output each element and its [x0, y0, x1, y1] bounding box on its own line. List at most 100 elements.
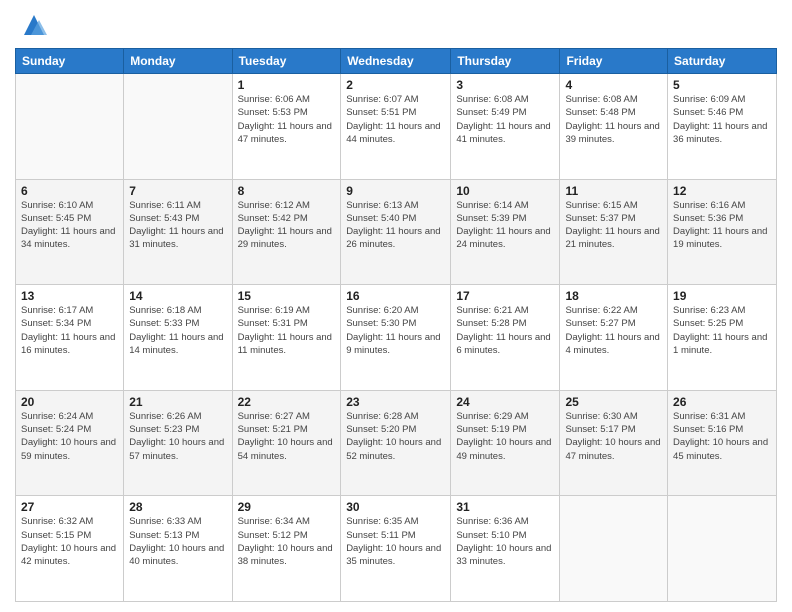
- day-number: 30: [346, 500, 445, 514]
- calendar-cell: 19Sunrise: 6:23 AM Sunset: 5:25 PM Dayli…: [668, 285, 777, 391]
- day-number: 23: [346, 395, 445, 409]
- day-info: Sunrise: 6:14 AM Sunset: 5:39 PM Dayligh…: [456, 199, 554, 252]
- day-number: 1: [238, 78, 336, 92]
- calendar-week-row: 27Sunrise: 6:32 AM Sunset: 5:15 PM Dayli…: [16, 496, 777, 602]
- calendar-cell: 2Sunrise: 6:07 AM Sunset: 5:51 PM Daylig…: [341, 74, 451, 180]
- day-number: 16: [346, 289, 445, 303]
- calendar-cell: 8Sunrise: 6:12 AM Sunset: 5:42 PM Daylig…: [232, 179, 341, 285]
- calendar-cell: 13Sunrise: 6:17 AM Sunset: 5:34 PM Dayli…: [16, 285, 124, 391]
- day-number: 5: [673, 78, 771, 92]
- day-info: Sunrise: 6:27 AM Sunset: 5:21 PM Dayligh…: [238, 410, 336, 463]
- day-info: Sunrise: 6:12 AM Sunset: 5:42 PM Dayligh…: [238, 199, 336, 252]
- calendar-cell: [124, 74, 232, 180]
- day-number: 17: [456, 289, 554, 303]
- calendar-cell: 27Sunrise: 6:32 AM Sunset: 5:15 PM Dayli…: [16, 496, 124, 602]
- day-info: Sunrise: 6:23 AM Sunset: 5:25 PM Dayligh…: [673, 304, 771, 357]
- calendar-cell: 22Sunrise: 6:27 AM Sunset: 5:21 PM Dayli…: [232, 390, 341, 496]
- day-info: Sunrise: 6:30 AM Sunset: 5:17 PM Dayligh…: [565, 410, 662, 463]
- day-info: Sunrise: 6:08 AM Sunset: 5:48 PM Dayligh…: [565, 93, 662, 146]
- day-header-sunday: Sunday: [16, 49, 124, 74]
- logo-icon: [19, 10, 49, 40]
- day-header-thursday: Thursday: [451, 49, 560, 74]
- calendar-cell: 23Sunrise: 6:28 AM Sunset: 5:20 PM Dayli…: [341, 390, 451, 496]
- day-number: 3: [456, 78, 554, 92]
- day-number: 26: [673, 395, 771, 409]
- day-number: 4: [565, 78, 662, 92]
- calendar-cell: 31Sunrise: 6:36 AM Sunset: 5:10 PM Dayli…: [451, 496, 560, 602]
- calendar-cell: 9Sunrise: 6:13 AM Sunset: 5:40 PM Daylig…: [341, 179, 451, 285]
- calendar-cell: 21Sunrise: 6:26 AM Sunset: 5:23 PM Dayli…: [124, 390, 232, 496]
- logo: [15, 10, 49, 40]
- day-info: Sunrise: 6:18 AM Sunset: 5:33 PM Dayligh…: [129, 304, 226, 357]
- calendar-cell: 28Sunrise: 6:33 AM Sunset: 5:13 PM Dayli…: [124, 496, 232, 602]
- calendar-cell: 20Sunrise: 6:24 AM Sunset: 5:24 PM Dayli…: [16, 390, 124, 496]
- day-number: 14: [129, 289, 226, 303]
- calendar-cell: 17Sunrise: 6:21 AM Sunset: 5:28 PM Dayli…: [451, 285, 560, 391]
- day-info: Sunrise: 6:33 AM Sunset: 5:13 PM Dayligh…: [129, 515, 226, 568]
- day-header-wednesday: Wednesday: [341, 49, 451, 74]
- calendar-week-row: 6Sunrise: 6:10 AM Sunset: 5:45 PM Daylig…: [16, 179, 777, 285]
- calendar-week-row: 13Sunrise: 6:17 AM Sunset: 5:34 PM Dayli…: [16, 285, 777, 391]
- calendar-cell: [16, 74, 124, 180]
- day-number: 13: [21, 289, 118, 303]
- day-info: Sunrise: 6:13 AM Sunset: 5:40 PM Dayligh…: [346, 199, 445, 252]
- calendar-week-row: 20Sunrise: 6:24 AM Sunset: 5:24 PM Dayli…: [16, 390, 777, 496]
- day-info: Sunrise: 6:15 AM Sunset: 5:37 PM Dayligh…: [565, 199, 662, 252]
- day-info: Sunrise: 6:20 AM Sunset: 5:30 PM Dayligh…: [346, 304, 445, 357]
- day-header-friday: Friday: [560, 49, 668, 74]
- day-number: 31: [456, 500, 554, 514]
- day-number: 12: [673, 184, 771, 198]
- page: SundayMondayTuesdayWednesdayThursdayFrid…: [0, 0, 792, 612]
- header: [15, 10, 777, 40]
- day-number: 6: [21, 184, 118, 198]
- day-header-saturday: Saturday: [668, 49, 777, 74]
- day-info: Sunrise: 6:19 AM Sunset: 5:31 PM Dayligh…: [238, 304, 336, 357]
- day-number: 25: [565, 395, 662, 409]
- day-info: Sunrise: 6:16 AM Sunset: 5:36 PM Dayligh…: [673, 199, 771, 252]
- calendar-cell: 3Sunrise: 6:08 AM Sunset: 5:49 PM Daylig…: [451, 74, 560, 180]
- day-number: 9: [346, 184, 445, 198]
- day-info: Sunrise: 6:22 AM Sunset: 5:27 PM Dayligh…: [565, 304, 662, 357]
- day-info: Sunrise: 6:36 AM Sunset: 5:10 PM Dayligh…: [456, 515, 554, 568]
- calendar-header-row: SundayMondayTuesdayWednesdayThursdayFrid…: [16, 49, 777, 74]
- day-info: Sunrise: 6:17 AM Sunset: 5:34 PM Dayligh…: [21, 304, 118, 357]
- calendar-week-row: 1Sunrise: 6:06 AM Sunset: 5:53 PM Daylig…: [16, 74, 777, 180]
- calendar-cell: 12Sunrise: 6:16 AM Sunset: 5:36 PM Dayli…: [668, 179, 777, 285]
- day-number: 20: [21, 395, 118, 409]
- calendar-cell: 30Sunrise: 6:35 AM Sunset: 5:11 PM Dayli…: [341, 496, 451, 602]
- day-info: Sunrise: 6:08 AM Sunset: 5:49 PM Dayligh…: [456, 93, 554, 146]
- day-info: Sunrise: 6:32 AM Sunset: 5:15 PM Dayligh…: [21, 515, 118, 568]
- day-header-monday: Monday: [124, 49, 232, 74]
- calendar-cell: 6Sunrise: 6:10 AM Sunset: 5:45 PM Daylig…: [16, 179, 124, 285]
- day-number: 27: [21, 500, 118, 514]
- calendar-cell: 29Sunrise: 6:34 AM Sunset: 5:12 PM Dayli…: [232, 496, 341, 602]
- calendar-cell: 24Sunrise: 6:29 AM Sunset: 5:19 PM Dayli…: [451, 390, 560, 496]
- calendar-cell: 5Sunrise: 6:09 AM Sunset: 5:46 PM Daylig…: [668, 74, 777, 180]
- day-info: Sunrise: 6:31 AM Sunset: 5:16 PM Dayligh…: [673, 410, 771, 463]
- day-info: Sunrise: 6:11 AM Sunset: 5:43 PM Dayligh…: [129, 199, 226, 252]
- day-info: Sunrise: 6:28 AM Sunset: 5:20 PM Dayligh…: [346, 410, 445, 463]
- day-number: 24: [456, 395, 554, 409]
- day-header-tuesday: Tuesday: [232, 49, 341, 74]
- day-number: 21: [129, 395, 226, 409]
- calendar-cell: 1Sunrise: 6:06 AM Sunset: 5:53 PM Daylig…: [232, 74, 341, 180]
- day-info: Sunrise: 6:26 AM Sunset: 5:23 PM Dayligh…: [129, 410, 226, 463]
- day-number: 29: [238, 500, 336, 514]
- calendar-cell: 25Sunrise: 6:30 AM Sunset: 5:17 PM Dayli…: [560, 390, 668, 496]
- day-number: 15: [238, 289, 336, 303]
- calendar-cell: 15Sunrise: 6:19 AM Sunset: 5:31 PM Dayli…: [232, 285, 341, 391]
- day-info: Sunrise: 6:21 AM Sunset: 5:28 PM Dayligh…: [456, 304, 554, 357]
- calendar-cell: 10Sunrise: 6:14 AM Sunset: 5:39 PM Dayli…: [451, 179, 560, 285]
- day-number: 8: [238, 184, 336, 198]
- day-info: Sunrise: 6:10 AM Sunset: 5:45 PM Dayligh…: [21, 199, 118, 252]
- day-number: 18: [565, 289, 662, 303]
- day-info: Sunrise: 6:24 AM Sunset: 5:24 PM Dayligh…: [21, 410, 118, 463]
- calendar-cell: 16Sunrise: 6:20 AM Sunset: 5:30 PM Dayli…: [341, 285, 451, 391]
- day-number: 28: [129, 500, 226, 514]
- calendar-table: SundayMondayTuesdayWednesdayThursdayFrid…: [15, 48, 777, 602]
- day-number: 11: [565, 184, 662, 198]
- day-number: 22: [238, 395, 336, 409]
- day-info: Sunrise: 6:07 AM Sunset: 5:51 PM Dayligh…: [346, 93, 445, 146]
- day-info: Sunrise: 6:06 AM Sunset: 5:53 PM Dayligh…: [238, 93, 336, 146]
- calendar-cell: 7Sunrise: 6:11 AM Sunset: 5:43 PM Daylig…: [124, 179, 232, 285]
